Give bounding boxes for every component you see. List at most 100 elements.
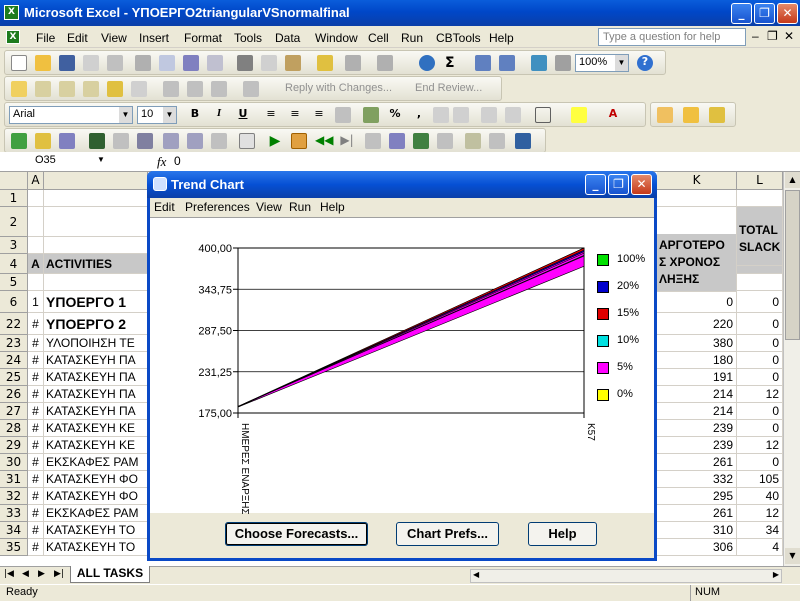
select-forecasts-icon[interactable] <box>137 133 153 149</box>
reset-simulation-icon[interactable]: ◀◀ <box>315 133 333 149</box>
cell-l[interactable]: 4 <box>737 539 783 556</box>
cell-k[interactable]: 261 <box>657 454 737 471</box>
dialog-close-button[interactable]: ✕ <box>631 174 652 195</box>
scroll-left-icon[interactable]: ◀ <box>473 570 479 579</box>
cell-k[interactable]: 239 <box>657 437 737 454</box>
minimize-button[interactable]: _ <box>731 3 752 24</box>
update-file-icon[interactable] <box>187 81 203 97</box>
cell-a[interactable]: # <box>28 471 44 488</box>
cell-l[interactable] <box>737 274 783 291</box>
run-preferences-icon[interactable] <box>239 133 255 149</box>
cell-l[interactable]: 12 <box>737 437 783 454</box>
print-preview-icon[interactable] <box>159 55 175 71</box>
send-mail-icon[interactable] <box>243 81 259 97</box>
cell-activity[interactable]: ΚΑΤΑΣΚΕΥΗ ΠΑ <box>44 386 148 403</box>
merge-center-icon[interactable] <box>335 107 351 123</box>
dialog-menu-edit[interactable]: Edit <box>154 200 175 214</box>
start-simulation-icon[interactable]: ▶ <box>267 133 283 149</box>
dialog-menu-preferences[interactable]: Preferences <box>185 200 250 214</box>
new-icon[interactable] <box>11 55 27 71</box>
select-all-corner[interactable] <box>0 172 28 190</box>
cell-l[interactable]: 12 <box>737 386 783 403</box>
reply-with-changes-button[interactable]: Reply with Changes... <box>285 82 392 94</box>
cell-l[interactable]: 34 <box>737 522 783 539</box>
borders-icon[interactable] <box>535 107 551 123</box>
sheet-tab-all-tasks[interactable]: ALL TASKS <box>70 566 150 583</box>
help-question-input[interactable]: Type a question for help <box>598 28 746 46</box>
show-all-comments-icon[interactable] <box>107 81 123 97</box>
cell-k[interactable]: 295 <box>657 488 737 505</box>
cell-activity[interactable]: ΚΑΤΑΣΚΕΥΗ ΚΕ <box>44 437 148 454</box>
cell-k[interactable]: 261 <box>657 505 737 522</box>
cell-a[interactable]: # <box>28 403 44 420</box>
research-icon[interactable] <box>207 55 223 71</box>
permission-icon[interactable] <box>83 55 99 71</box>
doc-close-icon[interactable]: ✕ <box>784 29 794 43</box>
scroll-down-icon[interactable]: ▼ <box>785 548 800 564</box>
cell-k[interactable]: 191 <box>657 369 737 386</box>
dialog-menu-run[interactable]: Run <box>289 200 311 214</box>
folder-icon[interactable] <box>683 107 699 123</box>
row-header[interactable]: 23 <box>0 335 28 352</box>
currency-icon[interactable] <box>363 107 379 123</box>
zoom-select[interactable]: 100% ▼ <box>575 54 629 72</box>
row-header[interactable]: 35 <box>0 539 28 556</box>
row-header[interactable]: 4 <box>0 254 28 274</box>
column-header-a[interactable]: A <box>28 172 44 190</box>
cell-k[interactable]: 239 <box>657 420 737 437</box>
row-header[interactable]: 1 <box>0 190 28 207</box>
formula-value[interactable]: 0 <box>174 154 181 168</box>
cell-a[interactable]: # <box>28 420 44 437</box>
italic-icon[interactable]: I <box>211 107 227 123</box>
cell-activity[interactable] <box>44 237 148 254</box>
menu-run[interactable]: Run <box>401 31 423 45</box>
dialog-help-button[interactable]: Help <box>528 522 597 546</box>
align-right-icon[interactable]: ≡ <box>311 107 327 123</box>
menu-tools[interactable]: Tools <box>234 31 262 45</box>
row-header[interactable]: 28 <box>0 420 28 437</box>
cell-a[interactable]: # <box>28 539 44 556</box>
cell-k[interactable]: 332 <box>657 471 737 488</box>
ink-annotation-icon[interactable] <box>211 81 227 97</box>
cell-activity[interactable]: ΚΑΤΑΣΚΕΥΗ ΠΑ <box>44 403 148 420</box>
drawing-icon[interactable] <box>555 55 571 71</box>
paste-data-icon[interactable] <box>187 133 203 149</box>
percent-icon[interactable]: % <box>387 107 403 123</box>
fill-color-icon[interactable] <box>571 107 587 123</box>
copy-icon[interactable] <box>261 55 277 71</box>
horizontal-scrollbar[interactable]: ◀ ▶ <box>470 569 782 583</box>
row-header[interactable]: 27 <box>0 403 28 420</box>
previous-comment-icon[interactable] <box>35 81 51 97</box>
hyperlink-icon[interactable] <box>419 55 435 71</box>
row-header[interactable]: 30 <box>0 454 28 471</box>
cell-l[interactable] <box>737 190 783 207</box>
header-k-cell[interactable]: ΑΡΓΟΤΕΡΟ Σ ΧΡΟΝΟΣ ΛΗΞΗΣ <box>657 234 737 292</box>
cell-a[interactable]: # <box>28 369 44 386</box>
cell-l[interactable]: 0 <box>737 403 783 420</box>
extract-data-icon[interactable] <box>489 133 505 149</box>
cell-l[interactable]: 40 <box>737 488 783 505</box>
increase-indent-icon[interactable] <box>505 107 521 123</box>
select-decisions-icon[interactable] <box>113 133 129 149</box>
define-assumption-icon[interactable] <box>11 133 27 149</box>
increase-decimal-icon[interactable] <box>433 107 449 123</box>
cell-k[interactable]: 380 <box>657 335 737 352</box>
cell-activity[interactable]: ΚΑΤΑΣΚΕΥΗ ΦΟ <box>44 471 148 488</box>
scroll-right-icon[interactable]: ▶ <box>773 570 779 579</box>
cell-k[interactable]: 214 <box>657 386 737 403</box>
dialog-menu-help[interactable]: Help <box>320 200 345 214</box>
menu-cell[interactable]: Cell <box>368 31 389 45</box>
next-sheet-icon[interactable]: ▶ <box>38 569 45 579</box>
dialog-maximize-button[interactable]: ❐ <box>608 174 629 195</box>
clear-data-icon[interactable] <box>211 133 227 149</box>
column-header-b[interactable] <box>44 172 148 190</box>
create-report-icon[interactable] <box>465 133 481 149</box>
row-header[interactable]: 3 <box>0 237 28 254</box>
prev-sheet-icon[interactable]: ◀ <box>22 569 29 579</box>
name-box[interactable]: O35 ▼ <box>1 153 107 171</box>
track-changes-icon[interactable] <box>163 81 179 97</box>
bold-icon[interactable]: B <box>187 107 203 123</box>
menu-format[interactable]: Format <box>184 31 222 45</box>
cell-a[interactable]: # <box>28 454 44 471</box>
cell-activity[interactable]: ΚΑΤΑΣΚΕΥΗ ΠΑ <box>44 352 148 369</box>
